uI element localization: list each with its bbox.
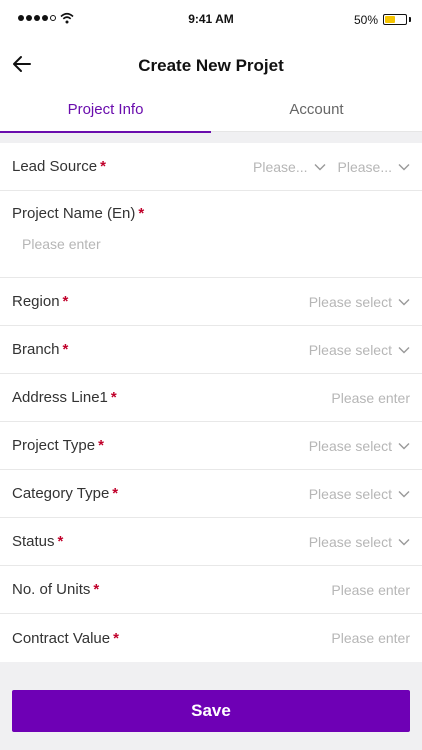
battery-tip — [409, 17, 411, 22]
tab-bar: Project Info Account — [0, 90, 422, 133]
project-name-input[interactable]: Please enter — [12, 236, 410, 252]
branch-label: Branch * — [12, 341, 69, 358]
project-type-label: Project Type * — [12, 437, 104, 454]
chevron-down-icon — [398, 442, 410, 449]
lead-source-select-1[interactable]: Please... — [253, 159, 326, 175]
contract-value-row: Contract Value * Please enter — [0, 614, 422, 662]
chevron-down-icon — [314, 163, 326, 170]
project-form: Lead Source * Please... Please... Project… — [0, 143, 422, 662]
lead-source-label: Lead Source * — [12, 158, 106, 175]
project-type-select[interactable]: Please select — [309, 438, 410, 454]
page-title: Create New Projet — [138, 56, 284, 75]
contract-value-label: Contract Value * — [12, 629, 119, 647]
category-type-row: Category Type * Please select — [0, 470, 422, 518]
address-line1-input[interactable]: Please enter — [331, 390, 410, 406]
navigation-bar: Create New Projet — [0, 40, 422, 90]
region-row: Region * Please select — [0, 278, 422, 326]
project-type-row: Project Type * Please select — [0, 422, 422, 470]
region-label: Region * — [12, 293, 69, 310]
chevron-down-icon — [398, 163, 410, 170]
no-of-units-row: No. of Units * Please enter — [0, 566, 422, 614]
lead-source-row: Lead Source * Please... Please... — [0, 143, 422, 191]
project-name-row: Project Name (En) * Please enter — [0, 191, 422, 278]
chevron-down-icon — [398, 346, 410, 353]
save-button[interactable]: Save — [12, 690, 410, 732]
tab-project-info[interactable]: Project Info — [0, 90, 211, 133]
project-name-label: Project Name (En) * — [12, 205, 145, 222]
contract-value-input[interactable]: Please enter — [331, 630, 410, 646]
status-row: Status * Please select — [0, 518, 422, 566]
address-line1-label: Address Line1 * — [12, 389, 117, 406]
region-select[interactable]: Please select — [309, 294, 410, 310]
chevron-down-icon — [398, 538, 410, 545]
branch-row: Branch * Please select — [0, 326, 422, 374]
tab-account-label: Account — [289, 101, 344, 118]
battery-percentage: 50% — [353, 13, 378, 27]
branch-select[interactable]: Please select — [309, 342, 410, 358]
status-bar: 9:41 AM 50% — [0, 0, 422, 40]
chevron-down-icon — [398, 490, 410, 497]
no-of-units-input[interactable]: Please enter — [331, 582, 410, 598]
tab-account[interactable]: Account — [211, 90, 422, 132]
status-select[interactable]: Please select — [309, 534, 410, 550]
category-type-label: Category Type * — [12, 485, 119, 502]
battery-icon — [383, 14, 407, 25]
address-line1-row: Address Line1 * Please enter — [0, 374, 422, 422]
lead-source-select-2[interactable]: Please... — [338, 159, 410, 175]
chevron-down-icon — [398, 298, 410, 305]
status-label: Status * — [12, 533, 64, 550]
tab-project-info-label: Project Info — [67, 101, 144, 118]
battery-fill — [385, 16, 395, 23]
active-tab-indicator — [0, 131, 211, 133]
no-of-units-label: No. of Units * — [12, 581, 100, 598]
category-type-select[interactable]: Please select — [309, 486, 410, 502]
